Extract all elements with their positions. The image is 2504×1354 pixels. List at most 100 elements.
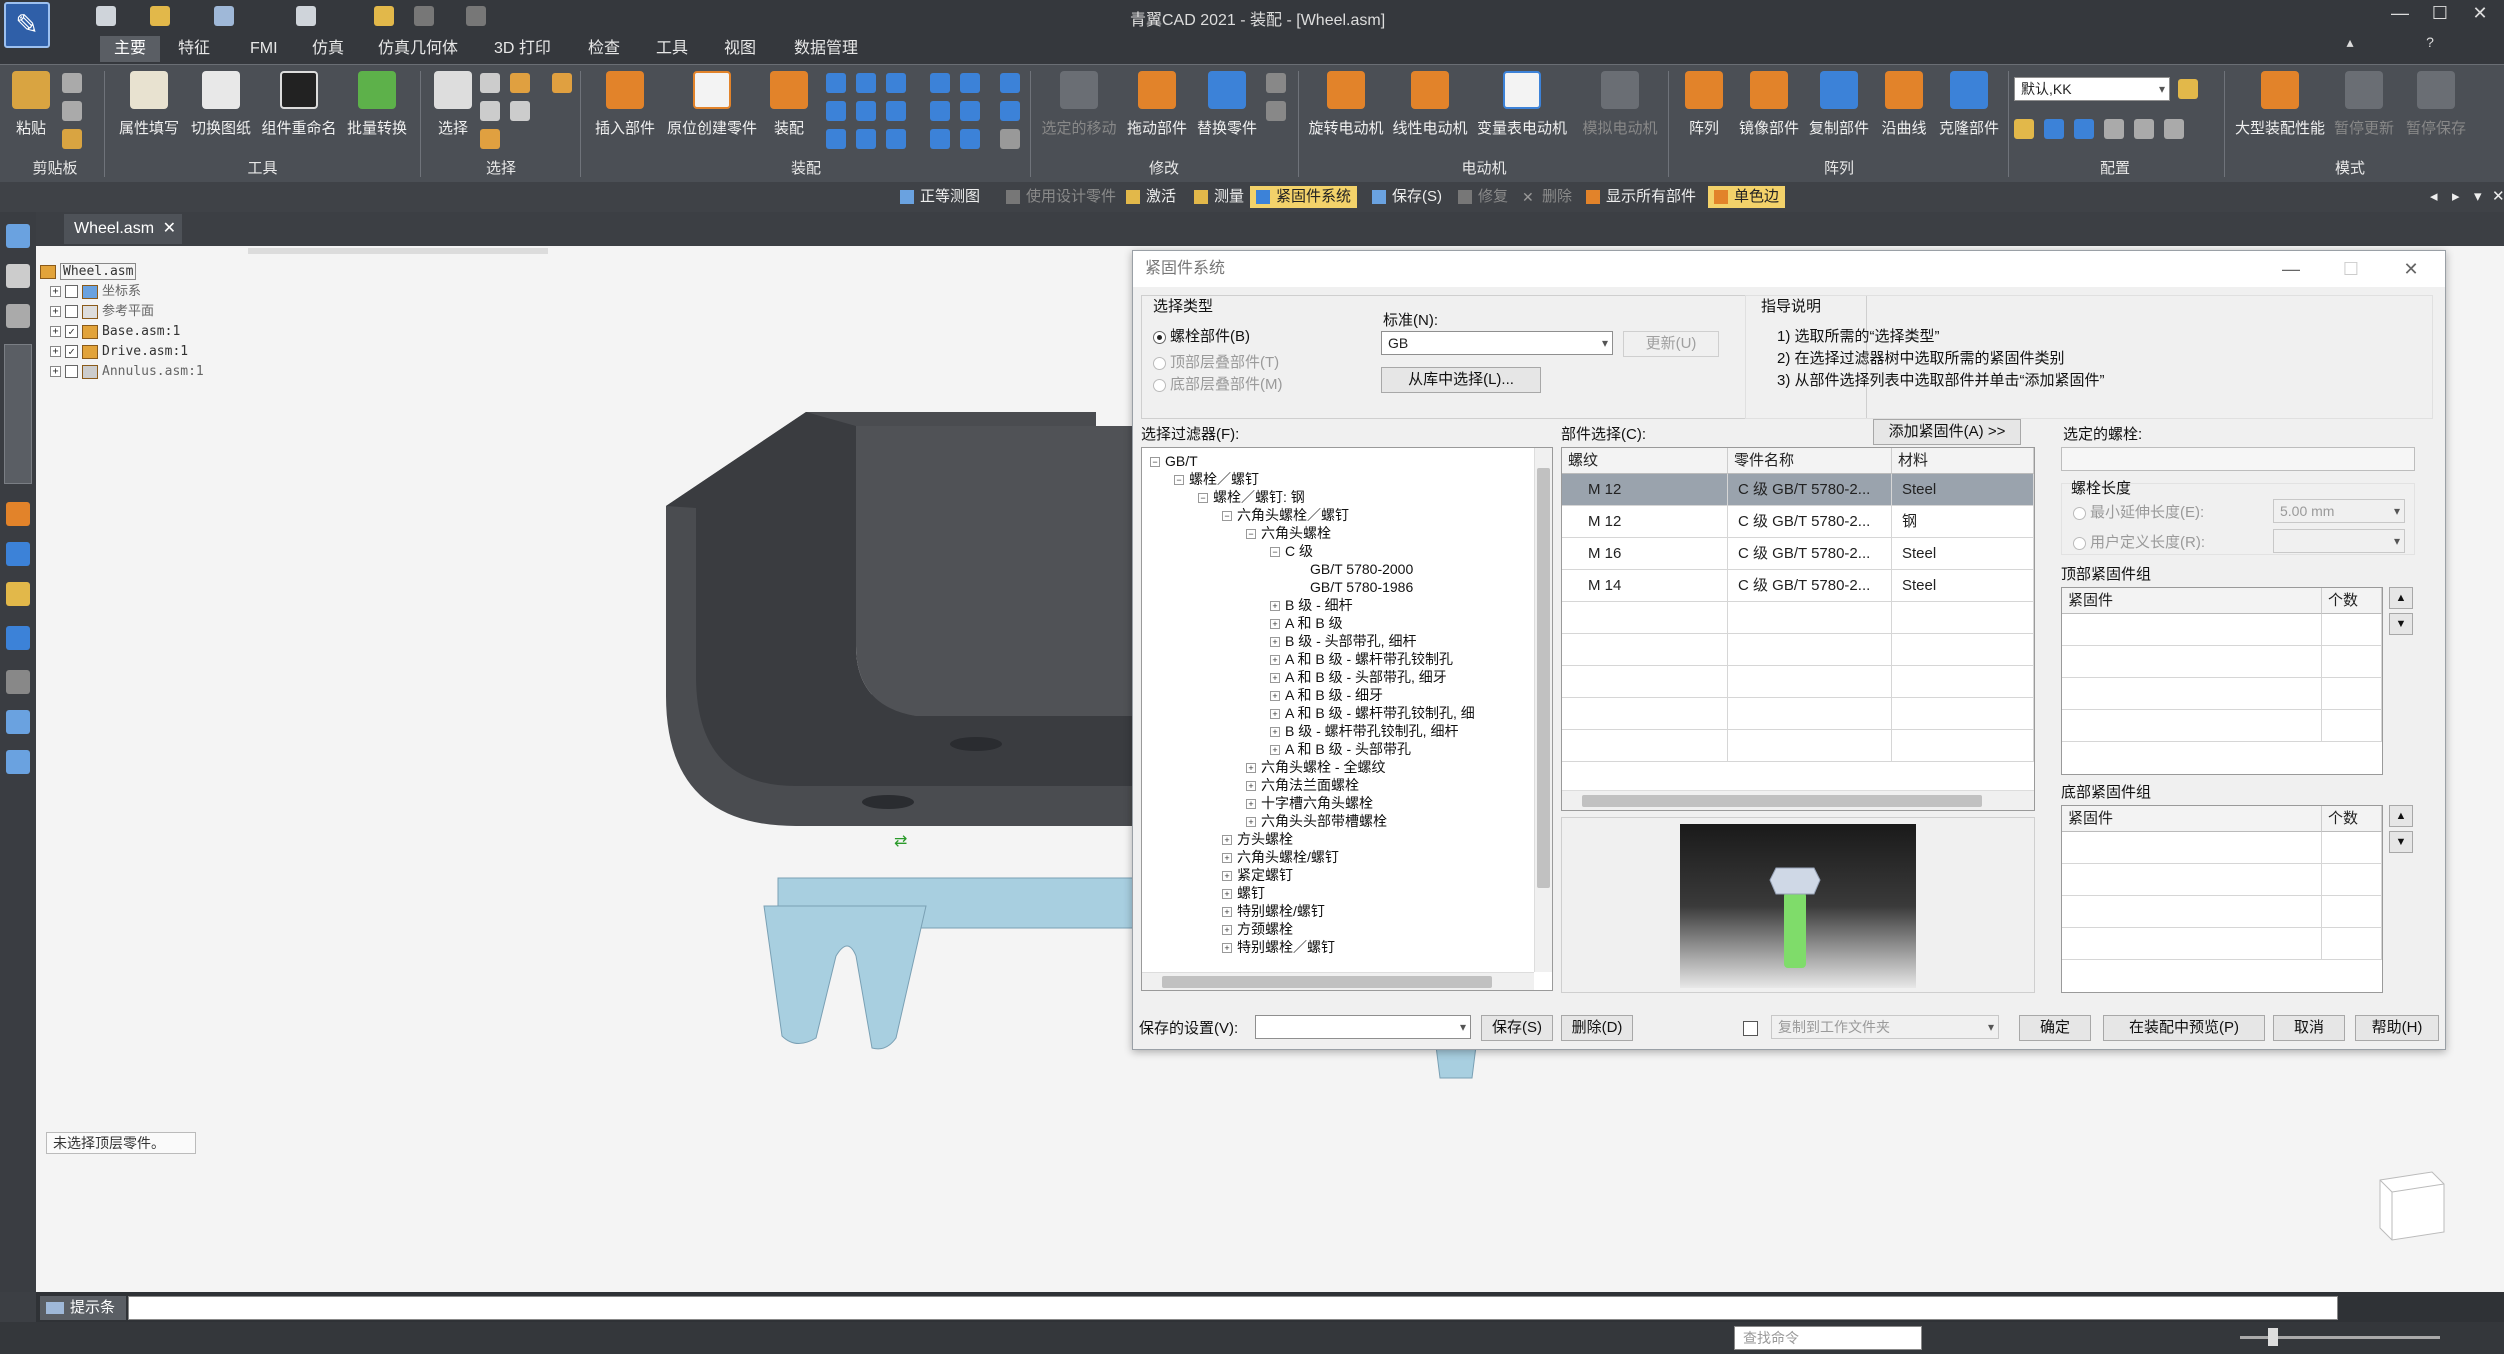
layers-icon[interactable] — [6, 502, 30, 526]
tree-item-annulus[interactable]: + Annulus.asm:1 — [50, 362, 204, 382]
filter-node[interactable]: + B 级 - 螺杆带孔铰制孔, 细杆 — [1270, 722, 1458, 740]
radio-bottom-stack[interactable]: 底部层叠部件(M) — [1153, 373, 1283, 394]
expand-icon[interactable]: + — [1270, 619, 1280, 630]
close-icon[interactable]: ✕ — [163, 214, 176, 244]
filter-node[interactable]: + 紧定螺钉 — [1222, 866, 1293, 884]
constraint-icon-3[interactable] — [886, 73, 906, 93]
assemble-button[interactable]: 装配 — [764, 71, 814, 138]
filter-node[interactable]: + 特别螺栓/螺钉 — [1222, 902, 1325, 920]
paste-icon[interactable] — [374, 6, 394, 26]
select-box-icon[interactable] — [480, 101, 500, 121]
clone-part-button[interactable]: 克隆部件 — [1934, 71, 2004, 138]
top-move-up-button[interactable]: ▲ — [2389, 587, 2413, 609]
measure-button[interactable]: 测量 — [1188, 186, 1250, 208]
radio-user-defined[interactable]: 用户定义长度(R): — [2073, 531, 2205, 552]
expand-icon[interactable]: + — [1246, 817, 1256, 828]
select-zoom-icon[interactable] — [552, 73, 572, 93]
copy-part-button[interactable]: 复制部件 — [1804, 71, 1874, 138]
tools-icon[interactable] — [6, 304, 30, 328]
filter-node[interactable]: + B 级 - 头部带孔, 细杆 — [1270, 632, 1416, 650]
filter-node[interactable]: + 螺钉 — [1222, 884, 1265, 902]
show-all-parts-button[interactable]: 显示所有部件 — [1580, 186, 1702, 208]
dialog-minimize-button[interactable]: — — [2273, 255, 2309, 283]
minimize-button[interactable]: — — [2380, 3, 2420, 27]
visibility-checkbox[interactable]: ✓ — [65, 325, 78, 338]
top-move-down-button[interactable]: ▼ — [2389, 613, 2413, 635]
col-fastener[interactable]: 紧固件 — [2062, 588, 2322, 614]
filter-tree-hscroll[interactable] — [1142, 972, 1534, 990]
constraint-icon-16[interactable] — [1000, 73, 1020, 93]
dialog-close-button[interactable]: ✕ — [2393, 255, 2429, 283]
parts-table-hscroll[interactable] — [1562, 790, 2034, 810]
open-file-icon[interactable] — [150, 6, 170, 26]
select-tool-icon[interactable] — [510, 101, 530, 121]
render-icon[interactable] — [6, 542, 30, 566]
constraint-icon-13[interactable] — [960, 101, 980, 121]
expand-icon[interactable]: + — [1222, 925, 1232, 936]
bottom-fastener-table[interactable]: 紧固件 个数 — [2061, 805, 2383, 993]
app-logo-icon[interactable]: ✎ — [4, 2, 50, 48]
constraint-icon-11[interactable] — [960, 73, 980, 93]
collapse-icon[interactable]: − — [1222, 511, 1232, 522]
constraint-icon-18[interactable] — [1000, 129, 1020, 149]
filter-leaf[interactable]: GB/T 5780-1986 — [1310, 578, 1413, 596]
config-icon-1[interactable] — [2014, 119, 2034, 139]
saved-settings-combo[interactable]: ▾ — [1255, 1015, 1471, 1039]
use-design-parts-button[interactable]: 使用设计零件 — [1000, 186, 1122, 208]
modify-icon-2[interactable] — [1266, 101, 1286, 121]
table-cell[interactable]: Steel — [1892, 538, 2034, 570]
copy-icon[interactable] — [62, 101, 82, 121]
redo-icon[interactable] — [466, 6, 486, 26]
expand-icon[interactable]: + — [1270, 691, 1280, 702]
min-extension-combo[interactable]: 5.00 mm ▾ — [2273, 499, 2405, 523]
radio-bolt-part[interactable]: 螺栓部件(B) — [1153, 325, 1250, 346]
constraint-icon-2[interactable] — [856, 73, 876, 93]
cancel-button[interactable]: 取消 — [2273, 1015, 2345, 1041]
expand-icon[interactable]: + — [1222, 943, 1232, 954]
linear-motor-button[interactable]: 线性电动机 — [1388, 71, 1472, 138]
format-painter-icon[interactable] — [62, 129, 82, 149]
filter-tree-vscroll[interactable] — [1534, 448, 1552, 972]
filter-node[interactable]: + 六角头螺栓 - 全螺纹 — [1246, 758, 1385, 776]
expand-icon[interactable]: + — [1222, 853, 1232, 864]
filter-node[interactable]: + 十字槽六角头螺栓 — [1246, 794, 1373, 812]
expand-icon[interactable]: + — [1270, 637, 1280, 648]
batch-convert-button[interactable]: 批量转换 — [342, 71, 412, 138]
filter-node[interactable]: − 六角头螺栓／螺钉 — [1222, 506, 1349, 524]
copy-to-workdir-combo[interactable]: 复制到工作文件夹 ▾ — [1771, 1015, 1999, 1039]
tab-3d-print[interactable]: 3D 打印 — [480, 36, 565, 62]
update-button[interactable]: 更新(U) — [1623, 331, 1719, 357]
constraint-icon-12[interactable] — [930, 101, 950, 121]
expand-icon[interactable]: + — [50, 306, 61, 317]
settings-save-button[interactable]: 保存(S) — [1481, 1015, 1553, 1041]
close-button[interactable]: ✕ — [2460, 3, 2500, 27]
config-icon-6[interactable] — [2164, 119, 2184, 139]
tab-data-mgmt[interactable]: 数据管理 — [780, 36, 872, 62]
expand-icon[interactable]: + — [1270, 745, 1280, 756]
filter-node[interactable]: + A 和 B 级 - 头部带孔, 细牙 — [1270, 668, 1447, 686]
save-button[interactable]: 保存(S) — [1366, 186, 1448, 208]
table-cell[interactable]: 钢 — [1892, 506, 2034, 538]
delete-button[interactable]: ✕ 删除 — [1516, 186, 1578, 208]
library-icon[interactable] — [6, 710, 30, 734]
filter-node[interactable]: + 六角法兰面螺栓 — [1246, 776, 1359, 794]
tab-home[interactable]: 主要 — [100, 36, 161, 62]
pause-update-button[interactable]: 暂停更新 — [2328, 71, 2400, 138]
filter-node[interactable]: − 螺栓／螺钉: 钢 — [1198, 488, 1305, 506]
constraint-icon-5[interactable] — [856, 101, 876, 121]
select-button[interactable]: 选择 — [428, 71, 478, 138]
visibility-checkbox[interactable]: ✓ — [65, 345, 78, 358]
table-cell[interactable]: M 12 — [1562, 474, 1728, 506]
expand-icon[interactable]: + — [1246, 799, 1256, 810]
parts-table[interactable]: 螺纹 零件名称 材料 M 12 C 级 GB/T 5780-2... Steel… — [1561, 447, 2035, 811]
rename-button[interactable]: 组件重命名 — [256, 71, 342, 138]
filter-node[interactable]: + A 和 B 级 - 细牙 — [1270, 686, 1383, 704]
fastener-system-button[interactable]: 紧固件系统 — [1250, 186, 1358, 208]
maximize-button[interactable]: ☐ — [2420, 3, 2460, 27]
prompt-input[interactable] — [128, 1296, 2338, 1320]
tree-item-base[interactable]: + ✓ Base.asm:1 — [50, 322, 180, 342]
copy-to-workdir-checkbox[interactable] — [1743, 1019, 1758, 1036]
expand-icon[interactable]: + — [1270, 601, 1280, 612]
col-part-name[interactable]: 零件名称 — [1728, 448, 1892, 474]
expand-icon[interactable]: + — [50, 346, 61, 357]
